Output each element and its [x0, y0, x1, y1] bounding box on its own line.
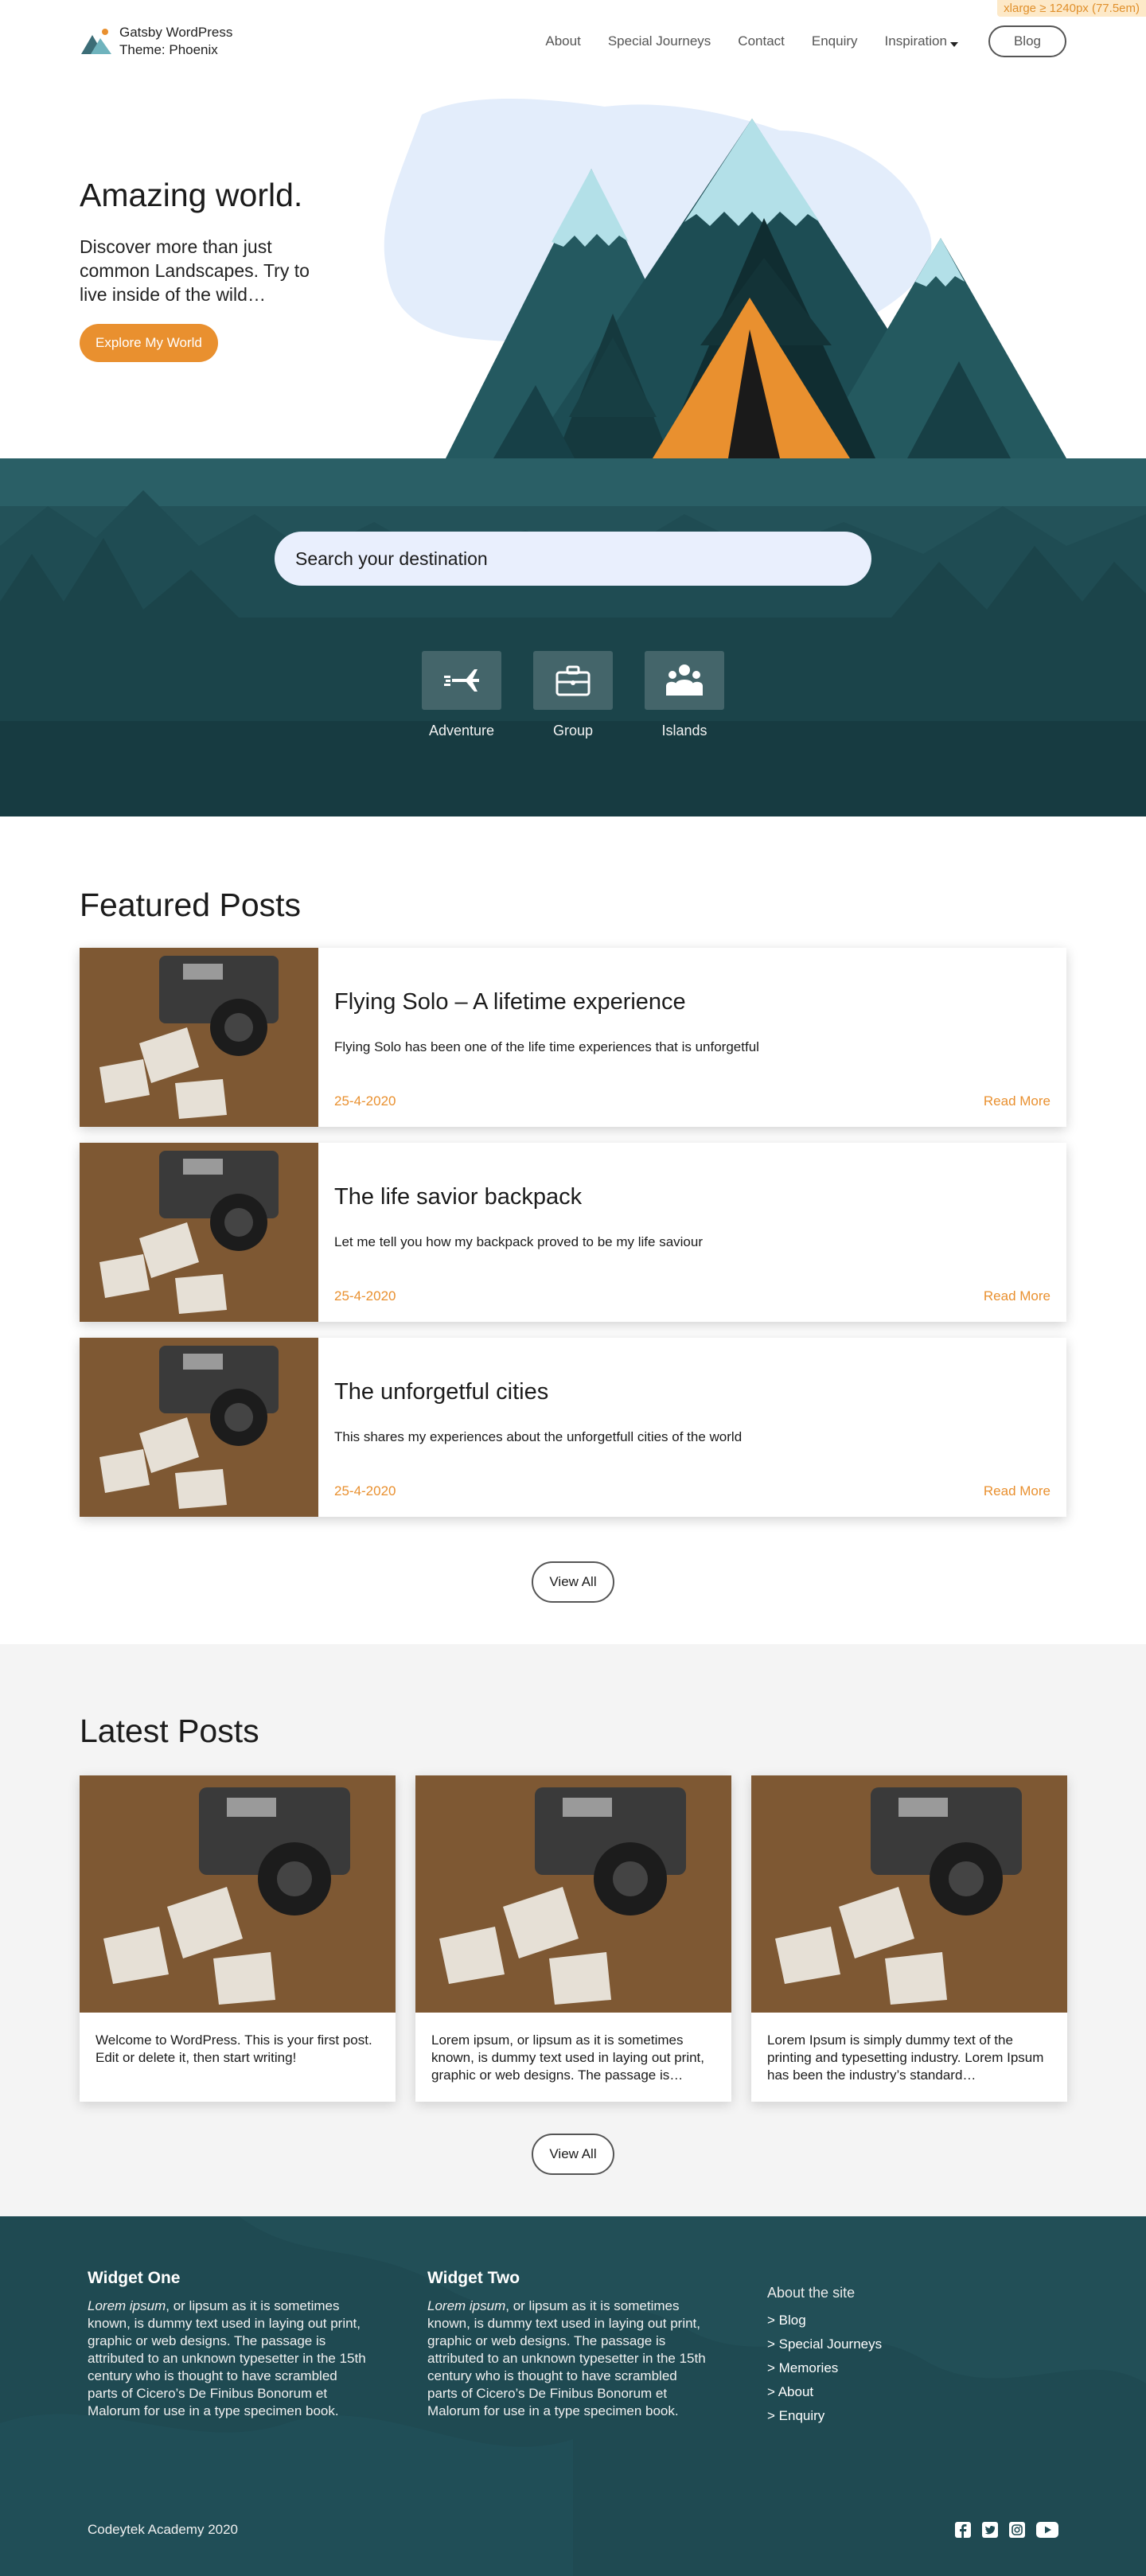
latest-posts: Latest Posts Welcome to WordPress. This … [0, 1644, 1146, 2216]
post-excerpt: Let me tell you how my backpack proved t… [334, 1234, 703, 1249]
featured-posts: Featured Posts Flying Solo – A lifetime … [0, 816, 1146, 1644]
search-placeholder: Search your destination [295, 548, 488, 569]
featured-card[interactable]: The life savior backpack Let me tell you… [80, 1143, 1066, 1322]
main-nav: About Special Journeys Contact Enquiry I… [545, 25, 1066, 57]
post-title[interactable]: Flying Solo – A lifetime experience [334, 989, 1050, 1015]
instagram-icon[interactable] [1009, 2522, 1025, 2538]
widget-text-lead: Lorem ipsum [427, 2298, 506, 2313]
brand-name: Gatsby WordPress [119, 25, 233, 40]
nav-inspiration[interactable]: Inspiration [885, 33, 947, 49]
widget-two: Widget Two Lorem ipsum, or lipsum as it … [427, 2269, 706, 2432]
footer-link-about[interactable]: > About [767, 2384, 1038, 2400]
category-label: Adventure [428, 723, 495, 739]
tent-mountains-illustration [384, 99, 1066, 458]
category-group[interactable]: Group [533, 651, 613, 739]
social-links [955, 2522, 1058, 2538]
site-header: Gatsby WordPress Theme: Phoenix About Sp… [0, 0, 1146, 83]
section-title: Featured Posts [80, 887, 302, 923]
category-icon-box [645, 651, 724, 710]
post-date: 25-4-2020 [334, 1288, 396, 1304]
category-list: Adventure Group Islands [0, 651, 1146, 739]
about-the-site: About the site > Blog > Special Journeys… [767, 2269, 1038, 2432]
featured-card[interactable]: Flying Solo – A lifetime experience Flyi… [80, 948, 1066, 1127]
search-input[interactable]: Search your destination [275, 532, 871, 586]
hero-subtitle: Discover more than just common Landscape… [80, 236, 310, 305]
post-excerpt: Lorem ipsum, or lipsum as it is sometime… [431, 2032, 704, 2083]
section-title: Latest Posts [80, 1713, 259, 1749]
youtube-icon[interactable] [1036, 2522, 1058, 2538]
category-icon-box [533, 651, 613, 710]
briefcase-icon [555, 665, 591, 696]
category-icon-box [422, 651, 501, 710]
post-excerpt: Flying Solo has been one of the life tim… [334, 1039, 759, 1054]
nav-inspiration-dropdown[interactable]: Inspiration [885, 33, 958, 49]
read-more-link[interactable]: Read More [984, 1288, 1050, 1304]
camera-photo-thumbnail [80, 948, 318, 1127]
post-date: 25-4-2020 [334, 1483, 396, 1498]
footer-link-special-journeys[interactable]: > Special Journeys [767, 2336, 1038, 2352]
camera-photo-thumbnail [80, 1775, 396, 2013]
explore-button[interactable]: Explore My World [80, 324, 218, 362]
widget-text: Lorem ipsum, or lipsum as it is sometime… [88, 2297, 366, 2420]
hero-title: Amazing world. [80, 177, 303, 213]
latest-card[interactable]: Welcome to WordPress. This is your first… [80, 1775, 396, 2102]
nav-contact[interactable]: Contact [738, 33, 785, 49]
forest-background [0, 458, 1146, 816]
footer-link-memories[interactable]: > Memories [767, 2360, 1038, 2376]
latest-card[interactable]: Lorem ipsum, or lipsum as it is sometime… [415, 1775, 731, 2102]
footer-link-blog[interactable]: > Blog [767, 2313, 1038, 2329]
widget-title: Widget One [88, 2269, 181, 2287]
read-more-link[interactable]: Read More [984, 1093, 1050, 1109]
brand[interactable]: Gatsby WordPress Theme: Phoenix [80, 24, 232, 59]
facebook-icon[interactable] [955, 2522, 971, 2538]
hero: Amazing world. Discover more than just c… [0, 83, 1146, 458]
brand-tagline: Theme: Phoenix [119, 42, 218, 57]
camera-photo-thumbnail [415, 1775, 731, 2013]
twitter-icon[interactable] [982, 2522, 998, 2538]
widget-text-body: , or lipsum as it is sometimes known, is… [88, 2298, 366, 2418]
mountain-logo-icon [81, 29, 111, 54]
plane-icon [444, 669, 479, 692]
featured-card[interactable]: The unforgetful cities This shares my ex… [80, 1338, 1066, 1517]
camera-photo-thumbnail [80, 1143, 318, 1322]
site-footer: Widget One Lorem ipsum, or lipsum as it … [0, 2216, 1146, 2576]
search-band: Search your destination Adventure Group … [0, 458, 1146, 816]
nav-enquiry[interactable]: Enquiry [812, 33, 858, 49]
widget-text-body: , or lipsum as it is sometimes known, is… [427, 2298, 706, 2418]
post-date: 25-4-2020 [334, 1093, 396, 1109]
blog-button[interactable]: Blog [988, 25, 1066, 57]
category-label: Group [552, 723, 594, 739]
view-all-featured-button[interactable]: View All [532, 1561, 614, 1603]
about-title: About the site [767, 2285, 856, 2301]
category-islands[interactable]: Islands [645, 651, 724, 739]
widget-text: Lorem ipsum, or lipsum as it is sometime… [427, 2297, 706, 2420]
breakpoint-badge: xlarge ≥ 1240px (77.5em) [997, 0, 1146, 17]
camera-photo-thumbnail [751, 1775, 1067, 2013]
view-all-latest-button[interactable]: View All [532, 2134, 614, 2175]
widget-title: Widget Two [427, 2269, 520, 2287]
post-excerpt: This shares my experiences about the unf… [334, 1429, 743, 1444]
camera-photo-thumbnail [80, 1338, 318, 1517]
post-title[interactable]: The life savior backpack [334, 1184, 1050, 1210]
post-title[interactable]: The unforgetful cities [334, 1379, 1050, 1405]
read-more-link[interactable]: Read More [984, 1483, 1050, 1499]
latest-grid: Welcome to WordPress. This is your first… [80, 1775, 1067, 2102]
people-icon [666, 664, 703, 696]
post-excerpt: Welcome to WordPress. This is your first… [96, 2032, 372, 2065]
latest-card[interactable]: Lorem Ipsum is simply dummy text of the … [751, 1775, 1067, 2102]
post-excerpt: Lorem Ipsum is simply dummy text of the … [767, 2032, 1044, 2083]
footer-link-enquiry[interactable]: > Enquiry [767, 2408, 1038, 2424]
nav-about[interactable]: About [545, 33, 580, 49]
category-adventure[interactable]: Adventure [422, 651, 501, 739]
featured-list: Flying Solo – A lifetime experience Flyi… [80, 948, 1066, 1517]
copyright: Codeytek Academy 2020 [88, 2522, 239, 2537]
nav-special-journeys[interactable]: Special Journeys [608, 33, 711, 49]
widget-text-lead: Lorem ipsum [88, 2298, 166, 2313]
chevron-down-icon [949, 42, 958, 47]
category-label: Islands [661, 723, 707, 739]
footer-links: > Blog > Special Journeys > Memories > A… [767, 2313, 1038, 2424]
widget-one: Widget One Lorem ipsum, or lipsum as it … [88, 2269, 366, 2432]
